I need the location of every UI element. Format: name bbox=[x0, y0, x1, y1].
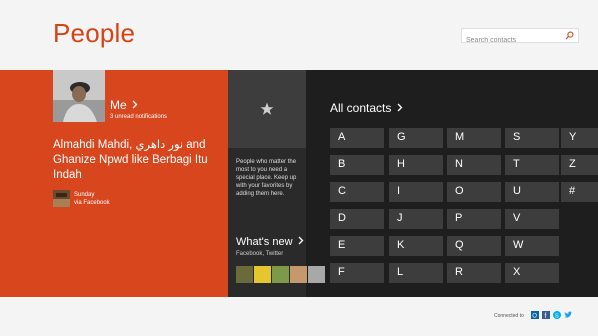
whats-new-thumbnails[interactable] bbox=[236, 266, 326, 283]
letter-tile[interactable]: M bbox=[447, 128, 501, 148]
whats-new-thumb[interactable] bbox=[272, 266, 289, 283]
svg-text:f: f bbox=[544, 313, 546, 319]
chevron-right-icon bbox=[132, 100, 138, 109]
letter-tile[interactable]: T bbox=[505, 155, 559, 175]
whats-new-label: What's new bbox=[236, 236, 293, 248]
letter-tile[interactable]: V bbox=[505, 209, 559, 229]
outlook-icon[interactable]: O bbox=[531, 311, 539, 319]
star-icon bbox=[260, 102, 274, 115]
letter-tile[interactable]: A bbox=[330, 128, 384, 148]
skype-icon[interactable]: S bbox=[553, 311, 561, 319]
whats-new-sources: Facebook, Twitter bbox=[236, 251, 284, 257]
svg-text:O: O bbox=[532, 314, 537, 320]
connected-to-label: Connected to bbox=[494, 313, 524, 319]
notification-count[interactable]: 3 unread notifications bbox=[110, 114, 167, 120]
me-label: Me bbox=[110, 98, 127, 112]
feed-day: Sunday bbox=[74, 192, 95, 198]
whats-new-thumb[interactable] bbox=[290, 266, 307, 283]
favorites-text: People who matter the most to you need a… bbox=[236, 159, 297, 197]
chevron-right-icon bbox=[397, 103, 403, 112]
letter-tile[interactable]: F bbox=[330, 263, 384, 283]
search-input[interactable] bbox=[462, 34, 566, 47]
twitter-icon[interactable] bbox=[564, 311, 572, 319]
letter-tile[interactable]: O bbox=[447, 182, 501, 202]
letter-tile[interactable]: X bbox=[505, 263, 559, 283]
letter-tile[interactable]: S bbox=[505, 128, 559, 148]
me-link[interactable]: Me bbox=[110, 98, 138, 112]
letter-tile[interactable]: W bbox=[505, 236, 559, 256]
chevron-right-icon bbox=[298, 236, 303, 245]
feed-meta: Sunday via Facebook bbox=[74, 191, 110, 207]
all-contacts-label: All contacts bbox=[330, 101, 392, 115]
letter-tile[interactable]: H bbox=[389, 155, 443, 175]
feed-text[interactable]: Almahdi Mahdi, نور داهري and Ghanize Npw… bbox=[53, 138, 223, 183]
whats-new-link[interactable]: What's new bbox=[236, 236, 304, 248]
letter-tile[interactable]: Z bbox=[561, 155, 598, 175]
letter-tile[interactable]: # bbox=[561, 182, 598, 202]
letter-tile[interactable]: E bbox=[330, 236, 384, 256]
feed-thumbnail bbox=[53, 190, 70, 207]
letter-tile[interactable]: G bbox=[389, 128, 443, 148]
whats-new-thumb[interactable] bbox=[254, 266, 271, 283]
letter-tile[interactable]: R bbox=[447, 263, 501, 283]
letter-tile[interactable]: N bbox=[447, 155, 501, 175]
letter-tile[interactable]: Q bbox=[447, 236, 501, 256]
avatar[interactable] bbox=[53, 70, 105, 122]
feed-source: via Facebook bbox=[74, 200, 110, 206]
letter-tile[interactable]: K bbox=[389, 236, 443, 256]
all-contacts-link[interactable]: All contacts bbox=[330, 101, 403, 115]
letter-tile[interactable]: U bbox=[505, 182, 559, 202]
avatar-image bbox=[53, 70, 105, 122]
letter-tile[interactable]: J bbox=[389, 209, 443, 229]
letter-tile[interactable]: I bbox=[389, 182, 443, 202]
letter-tile[interactable]: P bbox=[447, 209, 501, 229]
search-box[interactable] bbox=[461, 28, 579, 47]
svg-text:S: S bbox=[555, 313, 559, 319]
letter-tile[interactable]: B bbox=[330, 155, 384, 175]
whats-new-thumb[interactable] bbox=[236, 266, 253, 283]
search-icon[interactable] bbox=[565, 31, 574, 40]
letter-tile[interactable]: D bbox=[330, 209, 384, 229]
facebook-icon[interactable]: f bbox=[542, 311, 550, 319]
whats-new-thumb[interactable] bbox=[308, 266, 325, 283]
letter-tile[interactable]: Y bbox=[561, 128, 598, 148]
letter-tile[interactable]: C bbox=[330, 182, 384, 202]
letter-tile[interactable]: L bbox=[389, 263, 443, 283]
add-favorite-tile[interactable] bbox=[228, 70, 306, 148]
page-title: People bbox=[53, 18, 136, 48]
